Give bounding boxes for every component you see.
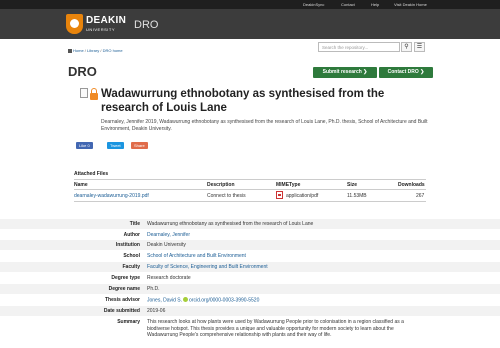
meta-label: Title: [129, 221, 140, 227]
brand-name: DEAKIN: [86, 15, 127, 26]
search-button[interactable]: ⚲: [401, 42, 412, 52]
share-button[interactable]: Share: [131, 142, 148, 149]
file-size: 11.53MB: [347, 193, 367, 199]
file-link[interactable]: dearnaley-wadawurrung-2019.pdf: [74, 193, 149, 199]
meta-row-school: School School of Architecture and Built …: [0, 251, 500, 261]
meta-label: School: [123, 253, 140, 259]
deakinsync-link[interactable]: DeakinSync: [303, 2, 324, 7]
meta-row-advisor: Thesis advisor Jones, David S. orcid.org/…: [0, 295, 500, 305]
meta-row-degree-name: Degree name Ph.D.: [0, 284, 500, 294]
deakin-logo-icon[interactable]: [66, 14, 83, 34]
utility-bar: DeakinSync Contact Help Visit Deakin Hom…: [0, 0, 500, 9]
tweet-button[interactable]: Tweet: [107, 142, 124, 149]
col-mimetype: MIMEType: [276, 182, 301, 188]
file-mimetype: application/pdf: [286, 193, 319, 199]
meta-value: This research looks at how plants were u…: [147, 319, 404, 339]
help-link[interactable]: Help: [371, 2, 379, 7]
breadcrumb-library[interactable]: Library: [87, 48, 99, 53]
divider: [74, 189, 426, 190]
meta-value: Research doctorate: [147, 275, 191, 281]
meta-label: Summary: [117, 319, 140, 325]
meta-label: Degree name: [108, 286, 140, 292]
meta-row-summary: Summary This research looks at how plant…: [0, 317, 500, 348]
contact-link[interactable]: Contact: [341, 2, 355, 7]
meta-label: Thesis advisor: [104, 297, 140, 303]
document-icon: [80, 88, 88, 98]
open-access-icon: [90, 88, 98, 100]
file-downloads: 267: [416, 193, 425, 199]
facebook-like-button[interactable]: Like 0: [76, 142, 93, 149]
meta-row-institution: Institution Deakin University: [0, 240, 500, 250]
app-name[interactable]: DRO: [134, 19, 158, 31]
breadcrumb-home[interactable]: Home: [73, 48, 84, 53]
pdf-icon: [276, 191, 283, 199]
list-icon: ☰: [416, 44, 423, 50]
meta-label: Date submitted: [103, 308, 140, 314]
search-input[interactable]: Search the repository...: [318, 42, 400, 52]
col-name: Name: [74, 182, 88, 188]
site-header: DEAKIN UNIVERSITY DRO: [0, 9, 500, 39]
meta-value: Deakin University: [147, 242, 186, 248]
meta-row-degree-type: Degree type Research doctorate: [0, 273, 500, 283]
file-description: Connect to thesis: [207, 193, 246, 199]
faculty-link[interactable]: Faculty of Science, Engineering and Buil…: [147, 264, 268, 270]
record-title: Wadawurrung ethnobotany as synthesised f…: [101, 88, 385, 114]
orcid-icon: [183, 297, 189, 302]
search-icon: ⚲: [404, 44, 409, 50]
orcid-link[interactable]: orcid.org/0000-0003-3990-5520: [189, 298, 259, 304]
advanced-search-button[interactable]: ☰: [414, 42, 425, 52]
meta-row-author: Author Dearnaley, Jennifer: [0, 230, 500, 240]
file-name: dearnaley-wadawurrung-2019.pdf: [74, 193, 149, 199]
breadcrumb-dro-home[interactable]: DRO home: [103, 48, 123, 53]
brand-subtitle: UNIVERSITY: [86, 27, 116, 32]
meta-value: Wadawurrung ethnobotany as synthesised f…: [147, 221, 314, 227]
home-icon: [68, 48, 72, 53]
submit-research-button[interactable]: Submit research ❯: [313, 67, 377, 78]
meta-label: Institution: [115, 242, 140, 248]
meta-value: 2019-06: [147, 308, 166, 314]
school-link[interactable]: School of Architecture and Built Environ…: [147, 253, 246, 259]
meta-value: Dearnaley, Jennifer: [147, 232, 425, 239]
meta-value: School of Architecture and Built Environ…: [147, 253, 425, 260]
meta-row-date: Date submitted 2019-06: [0, 306, 500, 316]
visit-deakin-home-link[interactable]: Visit Deakin Home: [394, 2, 427, 7]
meta-row-faculty: Faculty Faculty of Science, Engineering …: [0, 262, 500, 272]
divider: [74, 179, 426, 180]
meta-value: Jones, David S. orcid.org/0000-0003-3990-…: [147, 297, 425, 304]
divider: [74, 201, 426, 202]
breadcrumb: Home / Library / DRO home: [68, 48, 123, 53]
contact-dro-button[interactable]: Contact DRO ❯: [379, 67, 433, 78]
meta-label: Author: [123, 232, 140, 238]
page-heading: DRO: [68, 64, 97, 79]
attached-files-heading: Attached Files: [74, 171, 109, 177]
meta-value: Ph.D.: [147, 286, 160, 292]
meta-row-title: Title Wadawurrung ethnobotany as synthes…: [0, 219, 500, 229]
record-citation: Dearnaley, Jennifer 2019, Wadawurrung et…: [101, 119, 428, 132]
advisor-link[interactable]: Jones, David S.: [147, 298, 182, 304]
meta-label: Degree type: [111, 275, 140, 281]
col-downloads: Downloads: [398, 182, 425, 188]
meta-label: Faculty: [122, 264, 140, 270]
author-link[interactable]: Dearnaley, Jennifer: [147, 232, 190, 238]
col-description: Description: [207, 182, 235, 188]
col-size: Size: [347, 182, 358, 188]
meta-value: Faculty of Science, Engineering and Buil…: [147, 264, 425, 271]
